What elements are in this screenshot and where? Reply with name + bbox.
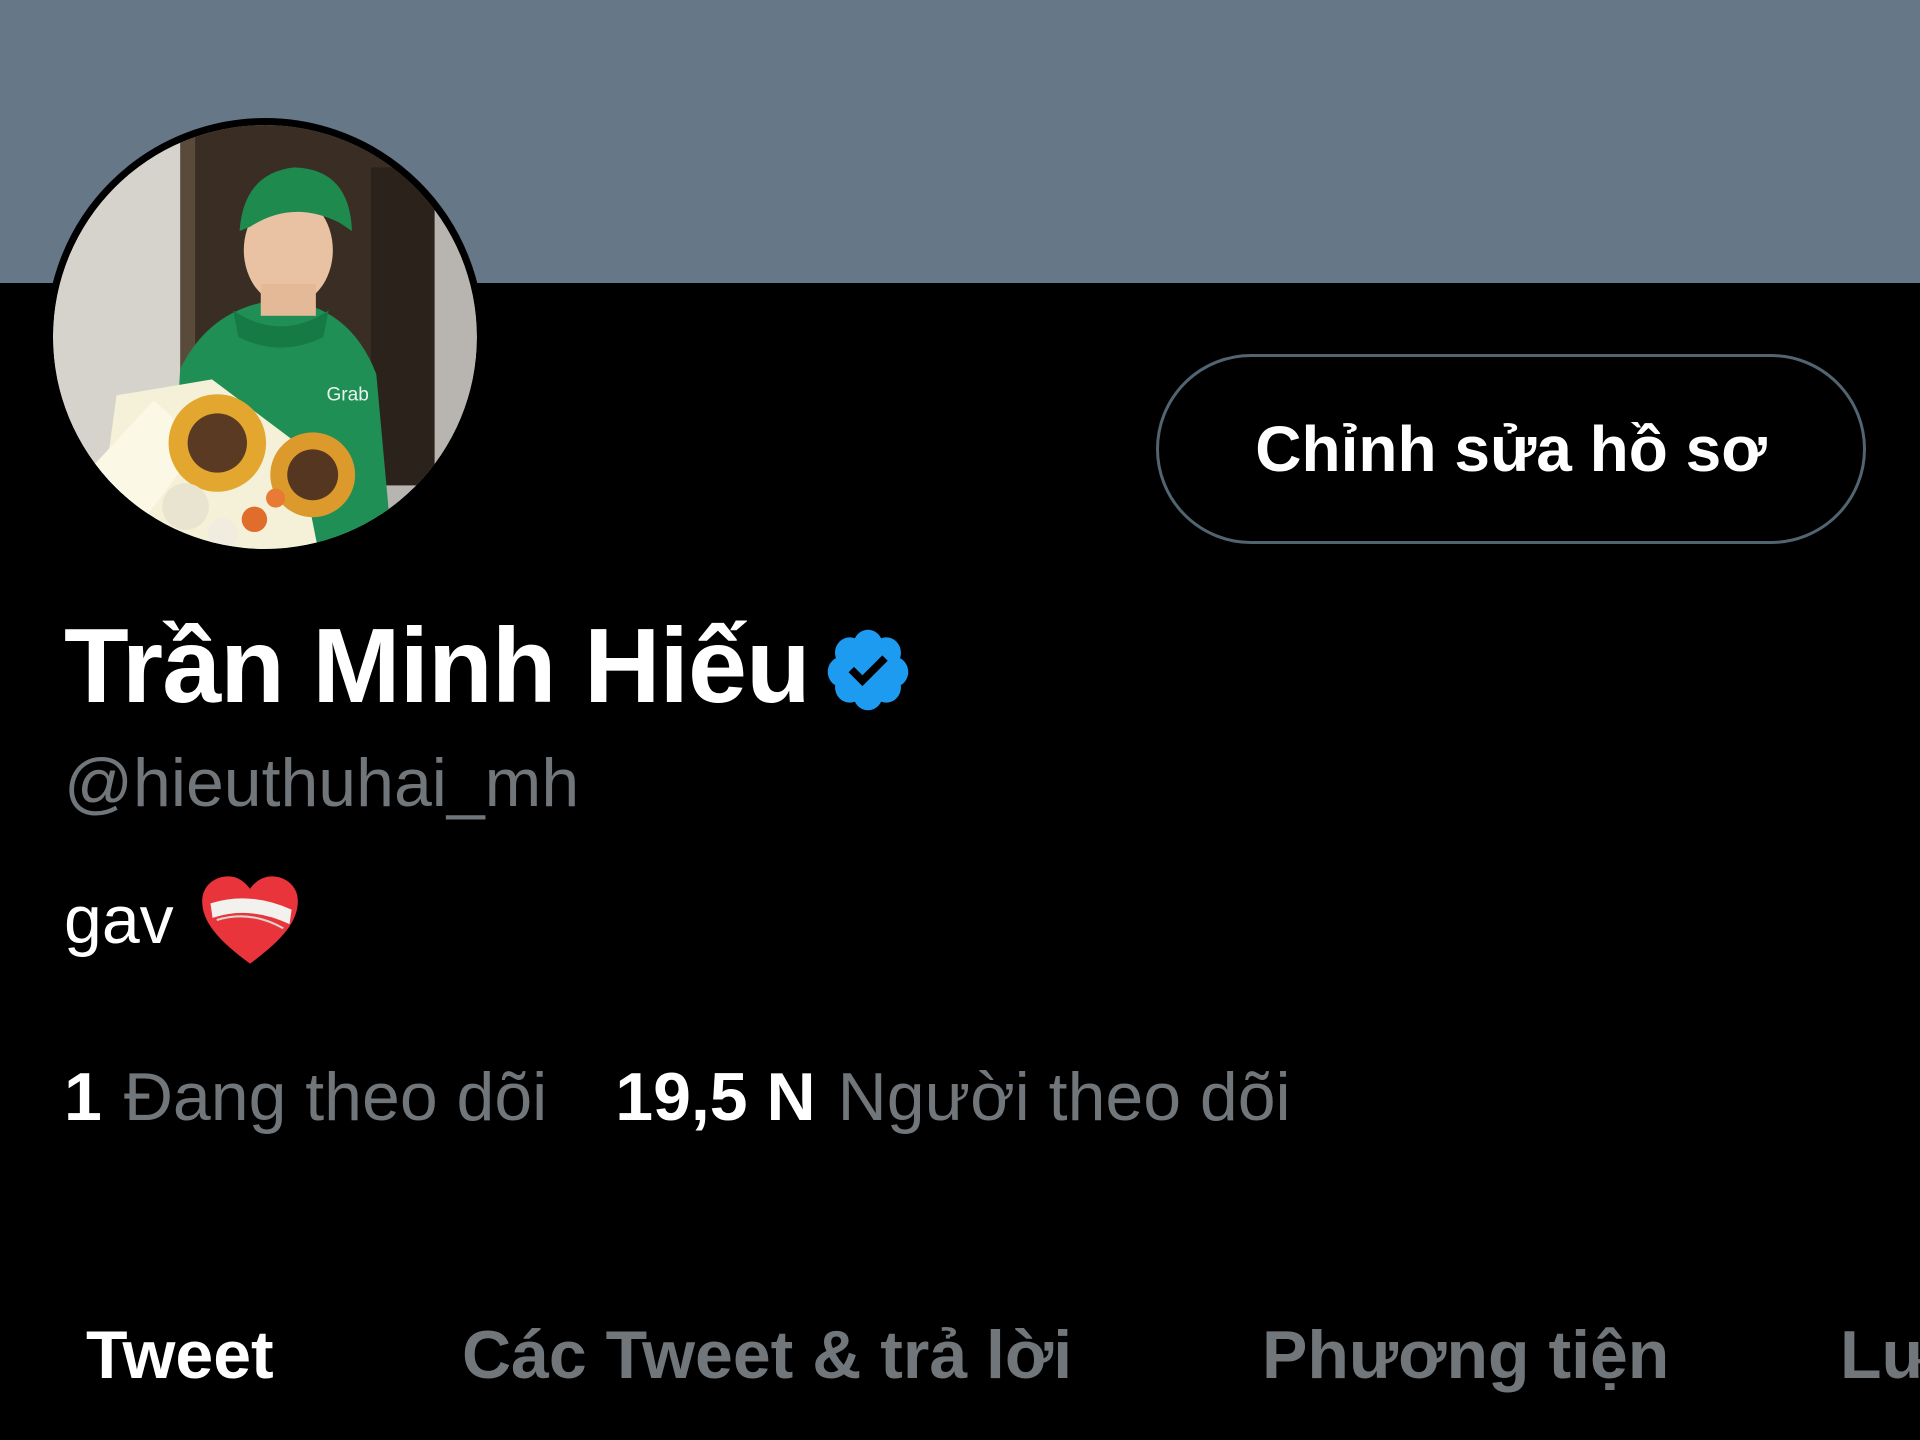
edit-profile-button[interactable]: Chỉnh sửa hồ sơ (1156, 354, 1866, 544)
mending-heart-emoji-icon (201, 876, 298, 964)
svg-text:Grab: Grab (326, 385, 368, 406)
followers-label: Người theo dõi (837, 1059, 1291, 1135)
following-count: 1 (64, 1059, 102, 1135)
following-stat[interactable]: 1 Đang theo dõi (64, 1058, 547, 1136)
name-row: Trần Minh Hiếu (64, 606, 914, 726)
profile-bio: gav (64, 872, 302, 968)
profile-handle: @hieuthuhai_mh (64, 745, 580, 821)
followers-stat[interactable]: 19,5 N Người theo dõi (615, 1058, 1290, 1136)
profile-page: Grab Chỉnh sửa hồ sơ Trần Minh Hiếu @hie… (0, 0, 1920, 1440)
following-label: Đang theo dõi (123, 1059, 548, 1135)
bio-text: gav (64, 882, 174, 958)
profile-tabs: Tweet Các Tweet & trả lời Phương tiện Lư (0, 1308, 1920, 1440)
tab-tweets-and-replies[interactable]: Các Tweet & trả lời (462, 1316, 1072, 1394)
display-name: Trần Minh Hiếu (64, 606, 811, 725)
avatar-photo: Grab (53, 125, 477, 549)
verified-badge-icon[interactable] (822, 624, 914, 716)
followers-count: 19,5 N (615, 1059, 816, 1135)
tab-tweets[interactable]: Tweet (86, 1316, 274, 1394)
tab-media[interactable]: Phương tiện (1262, 1316, 1669, 1394)
tab-likes[interactable]: Lư (1840, 1316, 1920, 1394)
profile-stats: 1 Đang theo dõi 19,5 N Người theo dõi (64, 1058, 1291, 1136)
avatar[interactable]: Grab (46, 118, 484, 556)
